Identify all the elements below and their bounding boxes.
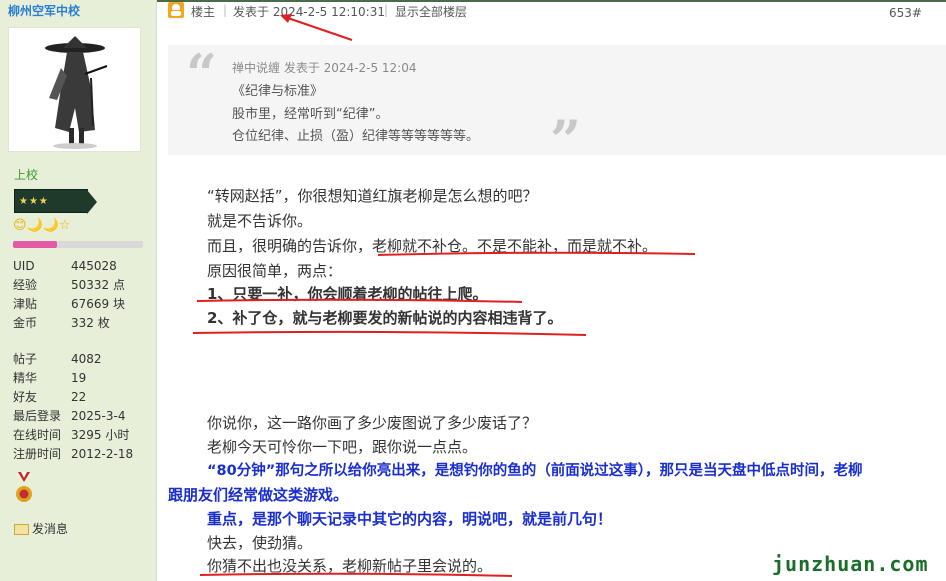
post-text: 原因很简单，两点： (207, 262, 343, 280)
stat-row: 最后登录 2025-3-4 (13, 407, 133, 426)
stat-label: 金币 (13, 316, 38, 330)
stat-label: 最后登录 (13, 409, 62, 423)
medal-icon[interactable] (14, 472, 34, 506)
post-text-bold: 2、补了仓，就与老柳要发的新帖说的内容相违背了。 (207, 309, 563, 327)
post-text: 快去，使劲猜。 (207, 534, 313, 552)
quote-line: 股市里，经常听到“纪律”。 (232, 107, 389, 122)
level-icons: 😊🌙🌙☆ (13, 218, 71, 233)
stat-label: 帖子 (13, 352, 38, 366)
stat-value[interactable]: 4082 (71, 352, 102, 366)
quote-line: 《纪律与标准》 (232, 84, 324, 99)
annotation-underline (192, 330, 587, 336)
author-icon (168, 2, 184, 18)
stat-label: 注册时间 (13, 447, 62, 461)
quote-open-mark: “ (186, 42, 218, 106)
stat-row: 津贴 67669 块 (13, 295, 125, 314)
op-label: 楼主 (191, 5, 216, 19)
stat-value[interactable]: 19 (71, 371, 86, 385)
site-watermark: junzhuan.com (772, 552, 929, 576)
stat-value[interactable]: 445028 (71, 259, 117, 273)
stat-label: 好友 (13, 390, 38, 404)
stat-value[interactable]: 22 (71, 390, 86, 404)
stat-value[interactable]: 332 枚 (71, 316, 110, 330)
level-progress-fill (13, 241, 58, 248)
post-header: 楼主 | 发表于 2024-2-5 12:10:31 | 显示全部楼层 653# (166, 0, 946, 22)
post-text-blue: 跟朋友们经常做这类游戏。 (168, 486, 349, 504)
stat-row: 在线时间 3295 小时 (13, 426, 133, 445)
stat-row: 注册时间 2012-2-18 (13, 445, 133, 464)
stat-label: 精华 (13, 371, 38, 385)
stat-value[interactable]: 2012-2-18 (71, 447, 133, 461)
stat-row: 好友 22 (13, 388, 133, 407)
post-time: 发表于 2024-2-5 12:10:31 (233, 5, 385, 19)
stat-value[interactable]: 67669 块 (71, 297, 125, 311)
quote-line: 仓位纪律、止损（盈）纪律等等等等等等。 (232, 129, 480, 144)
rank-badge-icon: ★★★ (14, 189, 97, 214)
stat-row: 精华 19 (13, 369, 133, 388)
quote-meta: 禅中说缠 发表于 2024-2-5 12:04 (232, 61, 417, 75)
post-text: 你说你，这一路你画了多少废图说了多少废话了？ (207, 414, 538, 432)
stat-value[interactable]: 3295 小时 (71, 428, 129, 442)
stat-value[interactable]: 2025-3-4 (71, 409, 125, 423)
stat-row: UID 445028 (13, 257, 125, 276)
post-text-bold: 1、只要一补，你会顺着老柳的帖往上爬。 (207, 285, 488, 303)
post-text-blue: 重点，是那个聊天记录中其它的内容，明说吧，就是前几句！ (207, 510, 613, 528)
stat-row: 帖子 4082 (13, 350, 133, 369)
floor-number[interactable]: 653# (889, 6, 922, 20)
separator: | (223, 3, 228, 17)
avatar[interactable] (8, 27, 141, 152)
post-text: 你猜不出也没关系，老柳新帖子里会说的。 (207, 557, 493, 575)
rank-title: 上校 (14, 168, 39, 182)
stat-row: 金币 332 枚 (13, 314, 125, 333)
show-all-floors-link[interactable]: 显示全部楼层 (395, 3, 467, 20)
avatar-image (45, 36, 108, 149)
author-stats: UID 445028 经验 50332 点津贴 67669 块金币 332 枚 (13, 257, 125, 333)
author-stats-2: 帖子 4082 精华 19 好友 22 最后登录 2025-3-4 在线时间 3295 小时 注册时… (13, 350, 133, 464)
stat-label: 经验 (13, 278, 38, 292)
post-text: 而且，很明确的告诉你，老柳就不补仓。不是不能补，而是就不补。 (207, 237, 658, 255)
quote-close-mark: ” (550, 108, 582, 172)
stat-value[interactable]: 50332 点 (71, 278, 125, 292)
stat-label: UID (13, 259, 35, 273)
author-sidebar: 柳州空军中校 上校 ★★★ 😊🌙🌙☆ UID 445028 经验 50332 点津贴 6… (0, 0, 157, 581)
stat-label: 在线时间 (13, 428, 62, 442)
author-name[interactable]: 柳州空军中校 (8, 2, 80, 19)
level-progress-bar (13, 241, 143, 248)
post-text: “转网赵括”，你很想知道红旗老柳是怎么想的吧？ (207, 187, 538, 205)
post-text: 就是不告诉你。 (207, 212, 313, 230)
quote-block: “ 禅中说缠 发表于 2024-2-5 12:04 《纪律与标准》 股市里，经常… (168, 42, 946, 167)
post-text-blue: “80分钟”那句之所以给你亮出来，是想钓你的鱼的（前面说过这事），那只是当天盘中… (207, 463, 863, 479)
send-message-link[interactable]: 发消息 (14, 520, 68, 537)
stat-row: 经验 50332 点 (13, 276, 125, 295)
post-text: 老柳今天可怜你一下吧，跟你说一点点。 (207, 438, 478, 456)
envelope-icon (14, 524, 29, 535)
stat-label: 津贴 (13, 297, 38, 311)
separator: | (384, 3, 389, 17)
